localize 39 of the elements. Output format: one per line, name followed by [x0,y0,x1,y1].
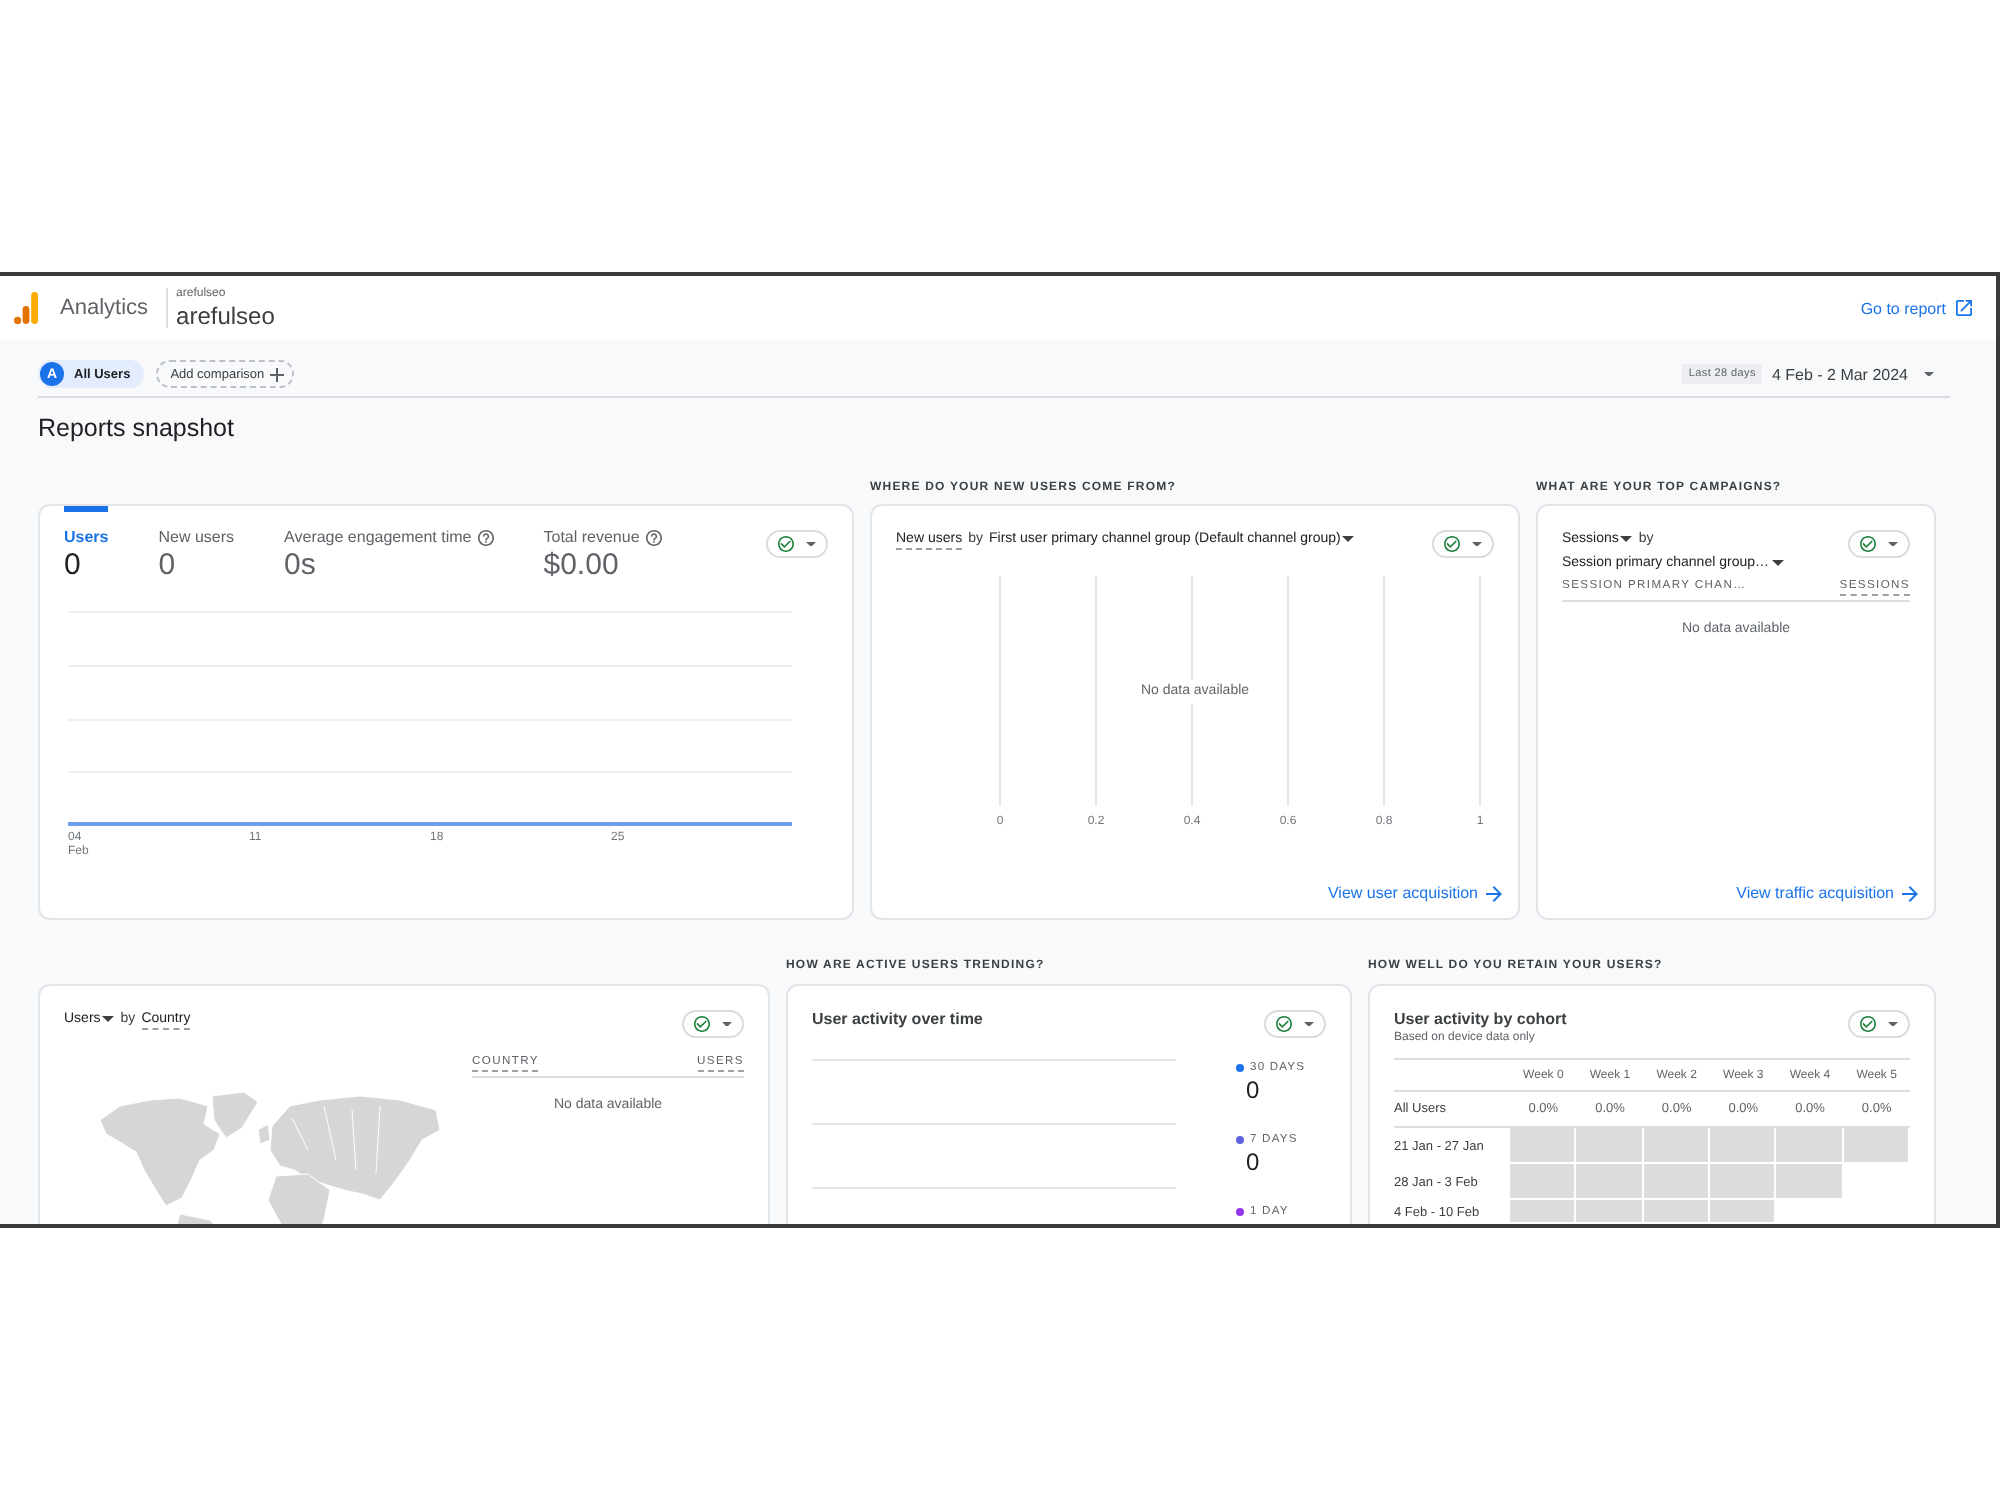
go-to-report-link[interactable]: Go to report [1860,299,1972,317]
help-icon[interactable] [477,530,494,546]
metric-tab[interactable]: Average engagement time 0s [284,506,494,584]
caret-icon [806,541,816,547]
card-title: User activity by cohort [1394,1010,1567,1030]
caret-icon [1888,1021,1898,1027]
caret-icon [1472,541,1482,547]
compare-menu-button[interactable] [766,530,828,558]
caret-icon [1304,1021,1314,1027]
caret-icon [1771,560,1783,566]
compare-menu-button[interactable] [1432,530,1494,558]
caret-icon [1888,541,1898,547]
legend-value: 0 [1246,1076,1262,1104]
metric-tab[interactable]: New users 0 [158,506,235,584]
compare-menu-button[interactable] [682,1010,744,1038]
legend-value: 0 [1246,1148,1262,1176]
caret-icon [1342,536,1355,542]
caret-icon [1620,536,1633,542]
plus-icon [270,367,285,381]
compare-menu-button[interactable] [1848,1010,1910,1038]
metric-tab[interactable]: Total revenue $0.00 [543,506,662,584]
page-title: Reports snapshot [38,412,236,444]
product-name: Analytics [60,296,149,320]
arrow-right-icon [1486,886,1502,902]
date-range-button[interactable]: 4 Feb - 2 Mar 2024 [1771,365,1934,383]
metric-tab[interactable]: Users 0 [64,506,109,584]
compare-menu-button[interactable] [1264,1010,1326,1038]
bar-chart-logo-icon [14,292,38,324]
caret-icon [102,1016,115,1022]
card-title: User activity over time [812,1010,983,1030]
report-link[interactable]: View user acquisition [1327,884,1502,904]
caret-icon [722,1021,732,1027]
report-link[interactable]: View traffic acquisition [1736,884,1918,904]
compare-menu-button[interactable] [1848,530,1910,558]
external-link-icon [1956,300,1972,316]
caret-icon [1924,371,1934,377]
help-icon[interactable] [645,530,662,546]
arrow-right-icon [1902,886,1918,902]
property-name[interactable]: arefulseo [176,302,275,330]
